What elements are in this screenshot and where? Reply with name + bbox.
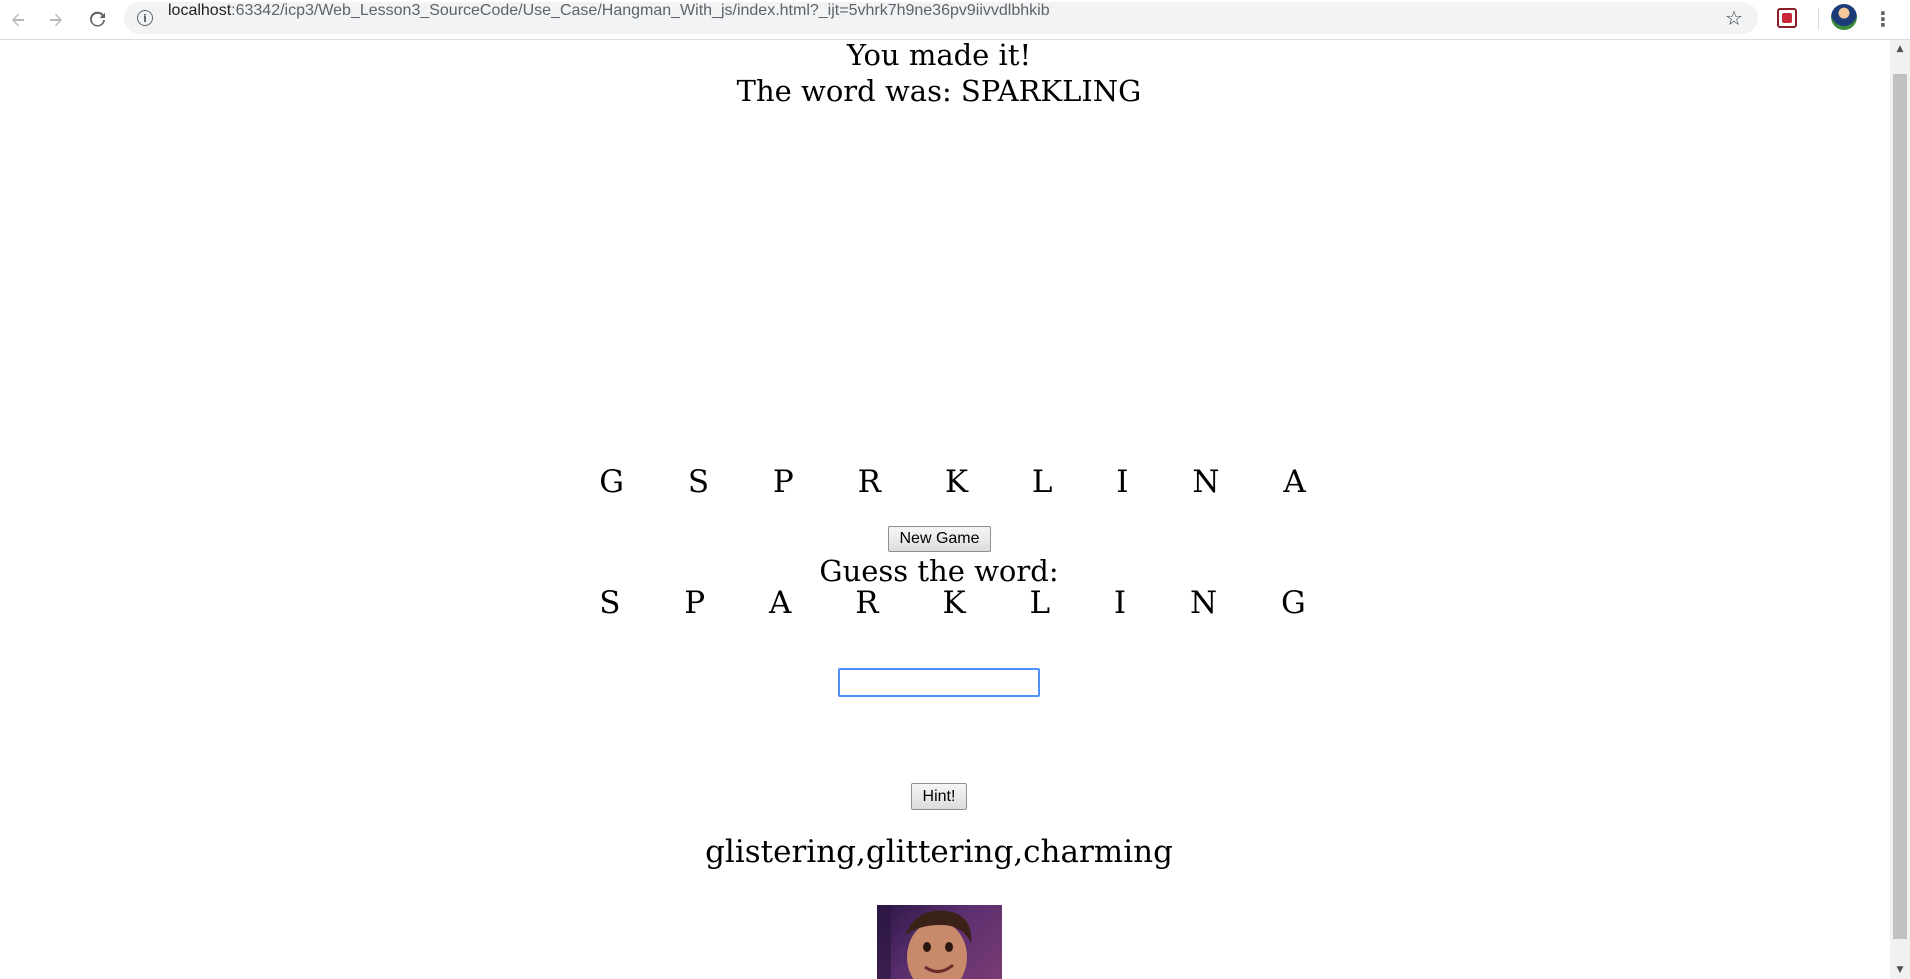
new-game-button[interactable]: New Game xyxy=(888,526,991,552)
bookmark-star-icon[interactable]: ☆ xyxy=(1722,6,1746,30)
profile-avatar[interactable] xyxy=(1831,4,1857,30)
hint-button[interactable]: Hint! xyxy=(911,783,967,810)
browser-toolbar: i localhost:63342/icp3/Web_Lesson3_Sourc… xyxy=(0,0,1910,40)
extension-icon[interactable] xyxy=(1777,8,1797,28)
status-message: The word was: SPARKLING xyxy=(736,74,1142,108)
page-content: You made it! The word was: SPARKLING G S… xyxy=(0,40,1890,979)
status-title: You made it! xyxy=(846,40,1032,72)
url-host: localhost xyxy=(168,2,232,19)
reload-icon[interactable] xyxy=(82,4,114,36)
address-bar[interactable]: i localhost:63342/icp3/Web_Lesson3_Sourc… xyxy=(124,2,1758,34)
hint-image xyxy=(877,905,1002,979)
hint-text: glistering,glittering,charming xyxy=(705,834,1173,870)
guessed-letters: G S P R K L I N A xyxy=(599,464,1333,500)
toolbar-divider xyxy=(1818,8,1819,30)
scroll-down-icon[interactable]: ▼ xyxy=(1890,961,1910,979)
url-path: :63342/icp3/Web_Lesson3_SourceCode/Use_C… xyxy=(231,2,1050,19)
forward-icon[interactable] xyxy=(40,4,72,36)
guess-input[interactable] xyxy=(838,668,1040,697)
word-display: S P A R K L I N G xyxy=(599,585,1333,621)
scroll-up-icon[interactable]: ▲ xyxy=(1890,40,1910,58)
back-icon[interactable] xyxy=(2,4,34,36)
url-text[interactable]: localhost:63342/icp3/Web_Lesson3_SourceC… xyxy=(168,2,1050,34)
page-scrollbar[interactable]: ▲ ▼ xyxy=(1890,40,1910,979)
site-info-icon[interactable]: i xyxy=(137,10,153,26)
guess-prompt: Guess the word: xyxy=(819,554,1059,588)
menu-kebab-icon[interactable]: ⋮ xyxy=(1870,4,1896,34)
scroll-thumb[interactable] xyxy=(1893,74,1907,939)
